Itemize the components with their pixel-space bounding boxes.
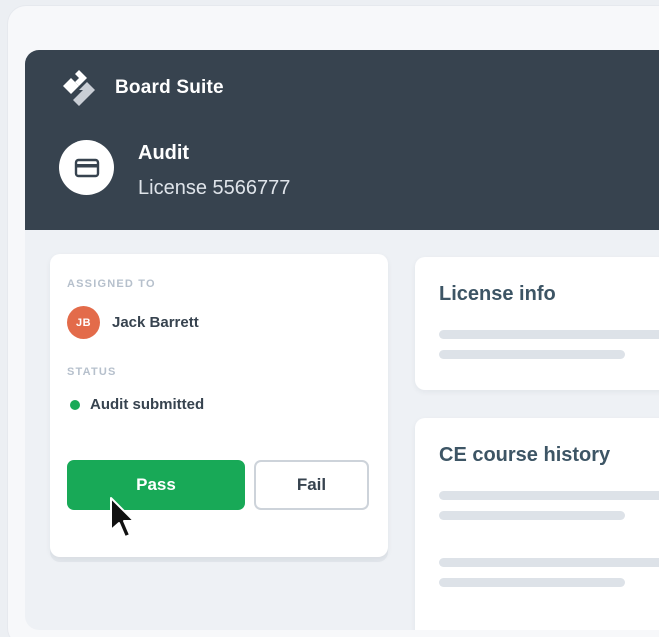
page-title: Audit [138,142,190,164]
pass-button[interactable]: Pass [67,460,245,510]
status-dot-icon [70,399,80,410]
header-bar: Board Suite Audit License 5566777 [25,50,659,230]
brand-name: Board Suite [115,77,224,98]
license-info-title: License info [439,283,556,305]
license-info-panel: License info [415,257,659,390]
skeleton-line [439,491,659,500]
fail-button[interactable]: Fail [254,460,369,510]
ce-course-history-panel: CE course history [415,418,659,630]
mouse-cursor-icon [110,497,135,538]
diamond-logo-icon [63,70,95,106]
assignee[interactable]: JB Jack Barrett [67,306,199,339]
skeleton-line [439,578,625,587]
assignee-name: Jack Barrett [112,314,199,331]
ce-history-title: CE course history [439,444,611,466]
status-text: Audit submitted [90,396,205,413]
status-badge: Audit submitted [70,396,204,413]
brand[interactable]: Board Suite [59,68,224,108]
skeleton-line [439,350,625,359]
skeleton-line [439,558,659,567]
skeleton-line [439,330,659,339]
status-label: STATUS [67,366,117,378]
credit-card-icon [74,158,99,177]
audit-card: ASSIGNED TO JB Jack Barrett STATUS Audit… [50,254,388,557]
record-header: Audit License 5566777 [59,140,290,200]
record-avatar [59,140,114,195]
assigned-to-label: ASSIGNED TO [67,278,156,290]
license-number: License 5566777 [138,177,291,199]
avatar: JB [67,306,100,339]
skeleton-line [439,511,625,520]
